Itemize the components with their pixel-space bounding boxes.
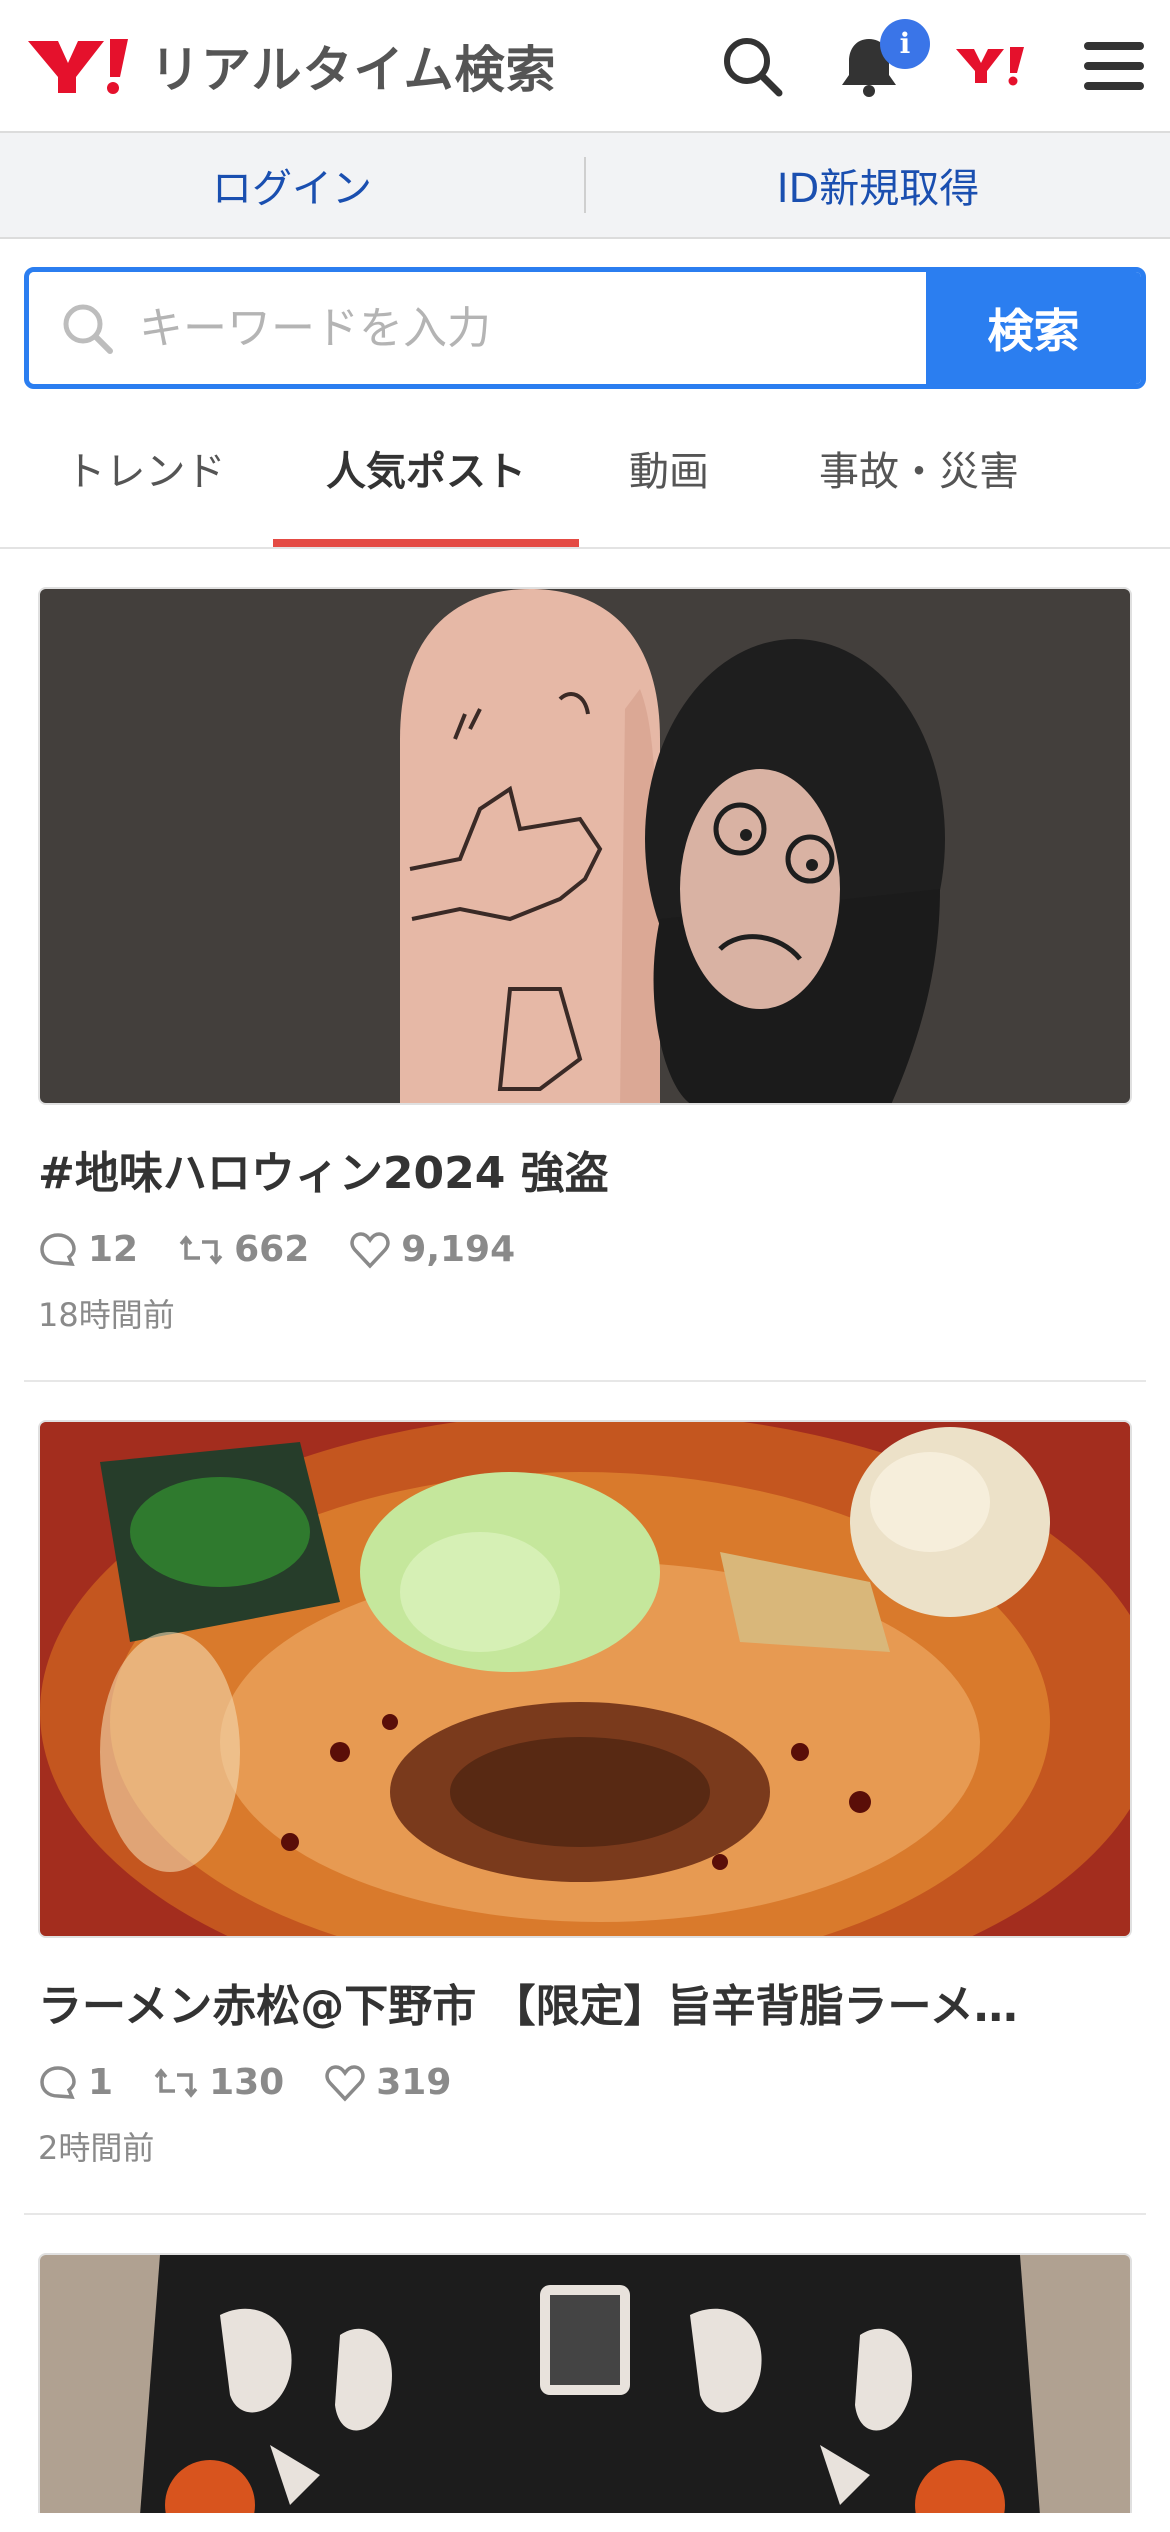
search-icon[interactable] — [720, 34, 784, 98]
search-field-icon — [63, 304, 113, 354]
yahoo-y-logo-icon — [28, 38, 128, 94]
tab-trend[interactable]: トレンド — [18, 389, 273, 547]
tab-popular-posts[interactable]: 人気ポスト — [273, 389, 579, 547]
repost-count[interactable]: 130 — [153, 2062, 284, 2103]
reply-count[interactable]: 12 — [38, 1229, 138, 1270]
reply-icon — [40, 1232, 76, 1266]
post-title[interactable]: ラーメン赤松@下野市 【限定】旨辛背脂ラーメ… — [38, 1970, 1132, 2034]
login-link[interactable]: ログイン — [0, 156, 584, 214]
post-time: 2時間前 — [38, 2129, 155, 2167]
heart-icon — [325, 2064, 365, 2102]
like-count-value: 9,194 — [401, 1229, 516, 1270]
like-count-value: 319 — [376, 2062, 452, 2103]
post-stats: 1 130 319 — [38, 2062, 1132, 2103]
repost-count-value: 130 — [209, 2062, 285, 2103]
post-card[interactable] — [24, 2253, 1146, 2532]
search-input[interactable] — [139, 302, 899, 354]
post-image[interactable] — [38, 2253, 1132, 2513]
post-time: 18時間前 — [38, 1296, 175, 1334]
tab-video[interactable]: 動画 — [579, 389, 759, 547]
tab-accident-disaster[interactable]: 事故・災害 — [759, 389, 1079, 547]
yahoo-logo-icon[interactable] — [954, 41, 1030, 91]
like-count[interactable]: 319 — [324, 2062, 451, 2103]
post-card[interactable]: ラーメン赤松@下野市 【限定】旨辛背脂ラーメ… 1 130 319 2時間前 — [24, 1420, 1146, 2215]
hamburger-menu-icon[interactable] — [1082, 38, 1146, 94]
login-bar: ログイン ID新規取得 — [0, 133, 1170, 239]
post-image[interactable] — [38, 1420, 1132, 1938]
register-link[interactable]: ID新規取得 — [586, 156, 1170, 214]
logo-text: リアルタイム検索 — [150, 40, 557, 99]
post-title[interactable]: #地味ハロウィン2024 強盗 — [38, 1137, 1132, 1201]
reply-count-value: 1 — [88, 2062, 114, 2103]
category-tabs: トレンド 人気ポスト 動画 事故・災害 — [0, 389, 1170, 549]
search-box: 検索 — [24, 267, 1146, 389]
repost-count[interactable]: 662 — [178, 1229, 309, 1270]
repost-count-value: 662 — [234, 1229, 310, 1270]
heart-icon — [350, 1231, 390, 1269]
reply-count-value: 12 — [88, 1229, 139, 1270]
repost-icon — [154, 2067, 198, 2098]
like-count[interactable]: 9,194 — [349, 1229, 515, 1270]
post-card[interactable]: #地味ハロウィン2024 強盗 12 662 9,194 18時間前 — [24, 587, 1146, 1382]
post-feed: #地味ハロウィン2024 強盗 12 662 9,194 18時間前 ラーメン赤… — [0, 549, 1170, 2532]
app-header: リアルタイム検索 i — [0, 0, 1170, 133]
reply-count[interactable]: 1 — [38, 2062, 113, 2103]
reply-icon — [40, 2065, 76, 2099]
post-stats: 12 662 9,194 — [38, 1229, 1132, 1270]
post-image[interactable] — [38, 587, 1132, 1105]
repost-icon — [179, 1234, 223, 1265]
search-button[interactable]: 検索 — [926, 272, 1141, 384]
notification-badge: i — [880, 18, 930, 69]
yahoo-realtime-logo[interactable]: リアルタイム検索 — [24, 30, 557, 102]
bell-icon[interactable]: i — [836, 18, 930, 99]
